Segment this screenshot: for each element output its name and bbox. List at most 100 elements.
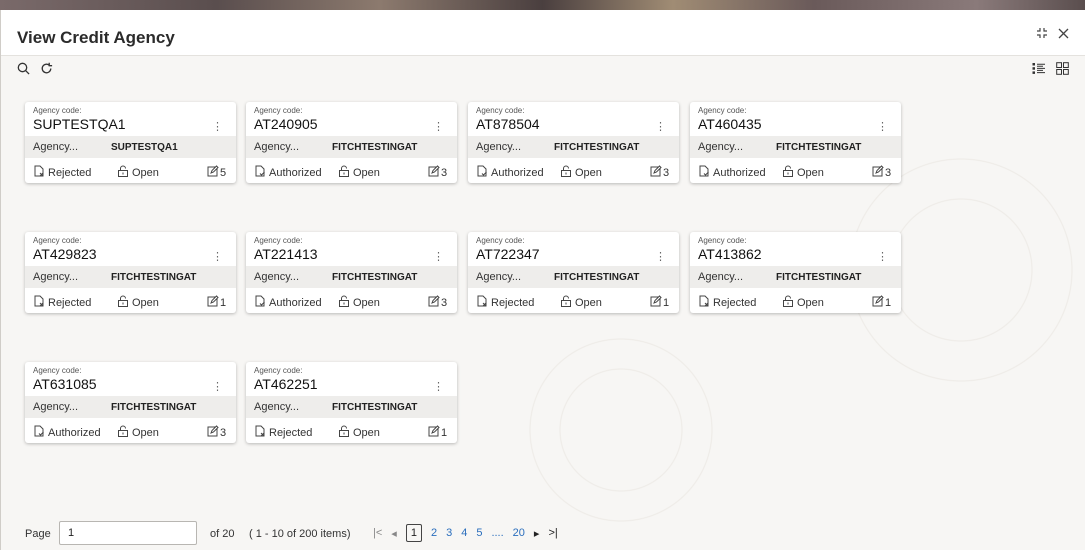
authorization-status: Authorized [254, 165, 322, 180]
record-status: Open [782, 165, 824, 180]
agency-name-value: FITCHTESTINGAT [332, 271, 418, 283]
edit-count-text: 1 [441, 426, 448, 439]
agency-card[interactable]: Agency code: AT462251 ⋮ Agency... FITCHTESTI… [246, 362, 457, 443]
card-footer: Rejected Open 1 [690, 290, 901, 312]
rejected-icon [698, 295, 710, 310]
previous-page-icon[interactable]: ◂ [391, 527, 397, 540]
page-link-1[interactable]: 1 [405, 524, 422, 542]
agency-card[interactable]: Agency code: AT878504 ⋮ Agency... FITCHTESTI… [468, 102, 679, 183]
agency-code-value: SUPTESTQA1 [33, 116, 126, 132]
search-icon[interactable] [17, 62, 30, 79]
more-options-icon[interactable]: ⋮ [655, 120, 666, 133]
agency-card[interactable]: Agency code: AT413862 ⋮ Agency... FITCHTESTI… [690, 232, 901, 313]
edit-count-text: 3 [220, 426, 227, 439]
agency-code-label: Agency code: [254, 106, 303, 115]
status-text: Rejected [491, 296, 535, 309]
agency-name-row: Agency... FITCHTESTINGAT [690, 266, 901, 288]
more-options-icon[interactable]: ⋮ [433, 380, 444, 393]
page-link-5[interactable]: 5 [476, 527, 482, 539]
unlock-icon [560, 165, 572, 180]
window-header: View Credit Agency [1, 10, 1085, 56]
more-options-icon[interactable]: ⋮ [655, 250, 666, 263]
lock-status-text: Open [575, 166, 602, 179]
minimize-icon[interactable] [1036, 27, 1048, 41]
next-page-icon[interactable]: ▸ [534, 527, 540, 540]
card-footer: Rejected Open 1 [25, 290, 236, 312]
agency-card[interactable]: Agency code: AT460435 ⋮ Agency... FITCHTESTI… [690, 102, 901, 183]
lock-status-text: Open [353, 426, 380, 439]
card-footer: Authorized Open 3 [468, 160, 679, 182]
modification-count: 3 [872, 165, 891, 180]
authorized-icon [33, 425, 45, 440]
card-footer: Rejected Open 1 [246, 420, 457, 442]
agency-name-value: SUPTESTQA1 [111, 141, 178, 153]
modification-count: 3 [207, 425, 226, 440]
agency-name-row: Agency... SUPTESTQA1 [25, 136, 236, 158]
authorization-status: Rejected [33, 165, 91, 180]
rejected-icon [33, 165, 45, 180]
more-options-icon[interactable]: ⋮ [433, 120, 444, 133]
agency-code-label: Agency code: [698, 106, 747, 115]
edit-count-text: 1 [885, 296, 892, 309]
agency-code-label: Agency code: [698, 236, 747, 245]
refresh-icon[interactable] [40, 62, 53, 79]
page-link-20[interactable]: 20 [513, 527, 525, 539]
page-link-2[interactable]: 2 [431, 527, 437, 539]
more-options-icon[interactable]: ⋮ [212, 120, 223, 133]
page-link-3[interactable]: 3 [446, 527, 452, 539]
page-label: Page [25, 528, 51, 540]
agency-name-label: Agency... [33, 141, 79, 153]
agency-code-value: AT631085 [33, 376, 97, 392]
authorization-status: Authorized [33, 425, 101, 440]
edit-icon [207, 295, 219, 310]
agency-name-label: Agency... [698, 141, 744, 153]
more-options-icon[interactable]: ⋮ [877, 250, 888, 263]
record-status: Open [117, 295, 159, 310]
agency-code-value: AT240905 [254, 116, 318, 132]
card-footer: Authorized Open 3 [246, 160, 457, 182]
list-view-icon[interactable] [1032, 62, 1046, 79]
authorized-icon [698, 165, 710, 180]
agency-card[interactable]: Agency code: AT429823 ⋮ Agency... FITCHTESTI… [25, 232, 236, 313]
agency-card[interactable]: Agency code: AT221413 ⋮ Agency... FITCHTESTI… [246, 232, 457, 313]
agency-code-value: AT221413 [254, 246, 318, 262]
first-page-icon[interactable]: |< [373, 527, 382, 539]
more-options-icon[interactable]: ⋮ [212, 250, 223, 263]
view-credit-agency-window: View Credit Agency Agency code: SUPTESTQA… [0, 10, 1085, 550]
status-text: Authorized [491, 166, 544, 179]
authorized-icon [254, 165, 266, 180]
status-text: Rejected [48, 296, 92, 309]
more-options-icon[interactable]: ⋮ [433, 250, 444, 263]
status-text: Authorized [269, 166, 322, 179]
page-link-4[interactable]: 4 [461, 527, 467, 539]
agency-card[interactable]: Agency code: AT240905 ⋮ Agency... FITCHTESTI… [246, 102, 457, 183]
page-number-input[interactable] [59, 521, 197, 545]
agency-card[interactable]: Agency code: SUPTESTQA1 ⋮ Agency... SUPTESTQ… [25, 102, 236, 183]
authorization-status: Authorized [698, 165, 766, 180]
last-page-icon[interactable]: >| [548, 527, 557, 539]
agency-card[interactable]: Agency code: AT631085 ⋮ Agency... FITCHTESTI… [25, 362, 236, 443]
agency-name-label: Agency... [33, 271, 79, 283]
card-footer: Authorized Open 3 [690, 160, 901, 182]
edit-count-text: 3 [441, 166, 448, 179]
more-options-icon[interactable]: ⋮ [877, 120, 888, 133]
unlock-icon [117, 295, 129, 310]
grid-view-icon[interactable] [1056, 62, 1069, 79]
agency-card[interactable]: Agency code: AT722347 ⋮ Agency... FITCHTESTI… [468, 232, 679, 313]
agency-name-label: Agency... [698, 271, 744, 283]
authorization-status: Rejected [698, 295, 756, 310]
page-ellipsis[interactable]: .... [491, 527, 503, 539]
more-options-icon[interactable]: ⋮ [212, 380, 223, 393]
agency-code-value: AT429823 [33, 246, 97, 262]
agency-code-value: AT460435 [698, 116, 762, 132]
lock-status-text: Open [797, 296, 824, 309]
edit-icon [650, 295, 662, 310]
card-footer: Authorized Open 3 [246, 290, 457, 312]
close-icon[interactable] [1058, 27, 1069, 41]
agency-code-label: Agency code: [476, 106, 525, 115]
authorization-status: Rejected [476, 295, 534, 310]
edit-icon [428, 295, 440, 310]
agency-name-row: Agency... FITCHTESTINGAT [468, 266, 679, 288]
agency-code-value: AT878504 [476, 116, 540, 132]
agency-name-label: Agency... [254, 401, 300, 413]
